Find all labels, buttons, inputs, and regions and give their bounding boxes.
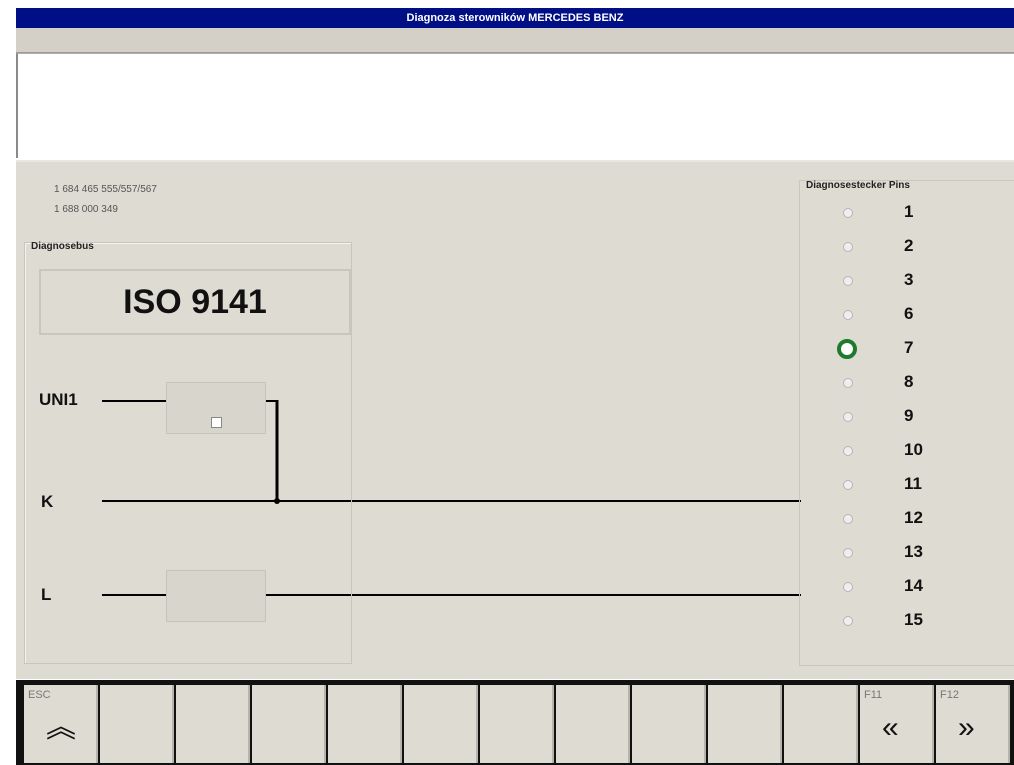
pin-option-6[interactable]: 6: [800, 299, 1014, 333]
pin-option-11[interactable]: 11: [800, 469, 1014, 503]
pin-option-13[interactable]: 13: [800, 537, 1014, 571]
pin-radio[interactable]: [843, 208, 853, 218]
pin-option-15[interactable]: 15: [800, 605, 1014, 639]
fkey-empty[interactable]: [556, 685, 630, 763]
line-label-k: K: [41, 492, 54, 511]
pin-number: 7: [904, 338, 914, 357]
pin-radio[interactable]: [843, 242, 853, 252]
fkey-empty[interactable]: [100, 685, 174, 763]
fkey-empty[interactable]: [176, 685, 250, 763]
pin-option-9[interactable]: 9: [800, 401, 1014, 435]
diagnosebus-group: Diagnosebus ISO 9141 UNI1 K L: [24, 241, 352, 664]
fkey-code: F12: [940, 689, 959, 701]
fkey-code: ESC: [28, 689, 51, 701]
pin-number: 10: [904, 440, 923, 459]
l-line-switch: [166, 570, 266, 622]
pin-radio[interactable]: [843, 582, 853, 592]
pin-number: 14: [904, 576, 923, 595]
fkey-f11[interactable]: F11 «: [860, 685, 934, 763]
pin-option-2[interactable]: 2: [800, 231, 1014, 265]
pin-radio[interactable]: [843, 412, 853, 422]
protocol-display: ISO 9141: [39, 269, 351, 335]
pin-option-7[interactable]: 7: [800, 333, 1014, 367]
double-chevron-right-icon: »: [958, 711, 975, 744]
pin-number: 1: [904, 202, 914, 221]
pin-option-8[interactable]: 8: [800, 367, 1014, 401]
pin-radio[interactable]: [843, 514, 853, 524]
diagnosebus-label: Diagnosebus: [31, 241, 94, 252]
fkey-empty[interactable]: [404, 685, 478, 763]
pin-number: 8: [904, 372, 914, 391]
diagnostic-panel: 1 684 465 555/557/567 1 688 000 349 Diag…: [16, 160, 1014, 679]
pin-radio[interactable]: [843, 480, 853, 490]
diagnosestecker-pins-group: Diagnosestecker Pins 1 2 3 6 7 8 9 10 11 12 13 14 15: [799, 180, 1014, 666]
double-chevron-up-icon: ︽: [46, 711, 76, 744]
pin-radio[interactable]: [843, 310, 853, 320]
pins-group-label: Diagnosestecker Pins: [806, 180, 910, 191]
fkey-f12[interactable]: F12 »: [936, 685, 1010, 763]
fkey-empty[interactable]: [784, 685, 858, 763]
fkey-empty[interactable]: [632, 685, 706, 763]
fkey-empty[interactable]: [252, 685, 326, 763]
pin-radio[interactable]: [843, 276, 853, 286]
fkey-code: F11: [864, 689, 883, 701]
pin-radio[interactable]: [837, 339, 857, 359]
pin-number: 3: [904, 270, 914, 289]
uni1-switch[interactable]: [166, 382, 266, 434]
fkey-esc[interactable]: ESC ︽: [24, 685, 98, 763]
pin-number: 6: [904, 304, 914, 323]
pin-option-10[interactable]: 10: [800, 435, 1014, 469]
pin-option-1[interactable]: 1: [800, 197, 1014, 231]
pin-number: 12: [904, 508, 923, 527]
pin-radio[interactable]: [843, 446, 853, 456]
pin-option-14[interactable]: 14: [800, 571, 1014, 605]
double-chevron-left-icon: «: [882, 711, 899, 744]
menu-strip: [16, 28, 1014, 53]
pin-radio[interactable]: [843, 616, 853, 626]
pin-number: 9: [904, 406, 914, 425]
pin-radio[interactable]: [843, 378, 853, 388]
pin-option-3[interactable]: 3: [800, 265, 1014, 299]
pin-option-12[interactable]: 12: [800, 503, 1014, 537]
line-label-uni1: UNI1: [39, 390, 78, 409]
message-area: [16, 53, 1014, 158]
pin-number: 15: [904, 610, 923, 629]
line-label-l: L: [41, 585, 52, 604]
pin-number: 2: [904, 236, 914, 255]
window-title: Diagnoza sterowników MERCEDES BENZ: [16, 8, 1014, 28]
pin-number: 13: [904, 542, 923, 561]
pin-radio[interactable]: [843, 548, 853, 558]
switch-checkbox[interactable]: [211, 417, 222, 428]
fkey-empty[interactable]: [708, 685, 782, 763]
function-key-bar: ESC ︽ F11 « F12 »: [16, 680, 1014, 765]
fkey-empty[interactable]: [480, 685, 554, 763]
pin-number: 11: [904, 474, 922, 493]
fkey-empty[interactable]: [328, 685, 402, 763]
